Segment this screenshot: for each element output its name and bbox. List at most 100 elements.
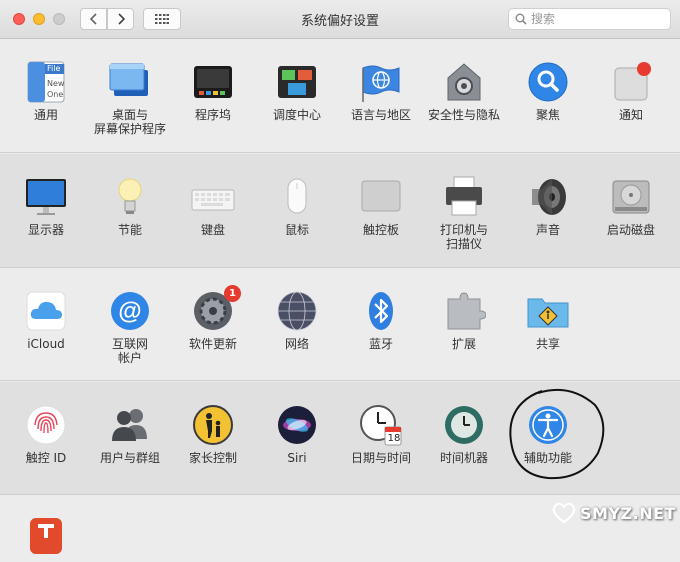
- pane-mission-control[interactable]: 调度中心: [255, 60, 339, 122]
- pane-label: 扩展: [451, 337, 476, 351]
- pane-label: 家长控制: [188, 451, 237, 465]
- pane-label: 网络: [284, 337, 309, 351]
- title-bar: 系统偏好设置 搜索: [0, 0, 680, 39]
- pane-spotlight[interactable]: 聚焦: [506, 60, 590, 122]
- desktop-screensaver-icon: [108, 60, 152, 104]
- pane-startup-disk[interactable]: 启动磁盘: [589, 175, 673, 237]
- pane-software-update[interactable]: 1 软件更新: [171, 285, 255, 351]
- search-icon: [515, 13, 527, 25]
- pane-mouse[interactable]: 鼠标: [255, 175, 339, 237]
- pane-label: 语言与地区: [350, 108, 411, 122]
- network-icon: [275, 289, 319, 333]
- pane-label: 日期与时间: [350, 451, 411, 465]
- internet-accounts-icon: @: [108, 289, 152, 333]
- dock-icon: [191, 60, 235, 104]
- touch-id-icon: [24, 403, 68, 447]
- watermark-logo: [552, 502, 576, 528]
- general-icon: File New One: [24, 60, 68, 104]
- pane-parental-controls[interactable]: 家长控制: [171, 403, 255, 465]
- pane-label: iCloud: [27, 337, 65, 351]
- time-machine-icon: [442, 403, 486, 447]
- pane-label: 用户与群组: [99, 451, 160, 465]
- pane-label: 声音: [535, 223, 560, 237]
- pane-siri[interactable]: Siri: [255, 403, 339, 465]
- pane-label: 节能: [117, 223, 142, 237]
- pane-printers-scanners[interactable]: 打印机与 扫描仪: [422, 175, 506, 251]
- calendar-day: 18: [387, 433, 401, 444]
- pane-notifications[interactable]: 通知: [589, 60, 673, 122]
- pane-label: 调度中心: [272, 108, 321, 122]
- pane-icloud[interactable]: iCloud: [4, 289, 88, 351]
- pane-third-party[interactable]: [4, 514, 88, 562]
- pane-users-groups[interactable]: 用户与群组: [88, 403, 172, 465]
- language-region-icon: [359, 60, 403, 104]
- energy-saver-icon: [108, 175, 152, 219]
- pane-date-time[interactable]: 18 日期与时间: [339, 403, 423, 465]
- pane-desktop-screensaver[interactable]: 桌面与 屏幕保护程序: [88, 60, 172, 136]
- trackpad-icon: [359, 175, 403, 219]
- general-doc-new: New: [47, 79, 65, 88]
- pane-sharing[interactable]: 共享: [506, 289, 590, 351]
- spotlight-icon: [526, 60, 570, 104]
- notifications-icon: [609, 60, 653, 104]
- pane-label: 桌面与 屏幕保护程序: [93, 108, 166, 136]
- pane-label: 键盘: [200, 223, 225, 237]
- pane-label: 共享: [535, 337, 560, 351]
- pane-internet-accounts[interactable]: @ 互联网 帐户: [88, 289, 172, 365]
- pane-keyboard[interactable]: 键盘: [171, 175, 255, 237]
- pane-energy-saver[interactable]: 节能: [88, 175, 172, 237]
- pane-label: 时间机器: [439, 451, 488, 465]
- pane-sound[interactable]: 声音: [506, 175, 590, 237]
- pane-label: Siri: [287, 451, 307, 465]
- pane-trackpad[interactable]: 触控板: [339, 175, 423, 237]
- siri-icon: [275, 403, 319, 447]
- keyboard-icon: [191, 175, 235, 219]
- pane-label: 通用: [33, 108, 58, 122]
- pane-label: 聚焦: [535, 108, 560, 122]
- mouse-icon: [275, 175, 319, 219]
- general-doc-file: File: [47, 64, 61, 73]
- software-update-icon: 1: [191, 285, 241, 333]
- date-time-icon: 18: [359, 403, 403, 447]
- printers-scanners-icon: [442, 175, 486, 219]
- extensions-icon: [442, 289, 487, 333]
- pane-network[interactable]: 网络: [255, 289, 339, 351]
- search-placeholder: 搜索: [531, 12, 556, 26]
- security-privacy-icon: [442, 60, 486, 104]
- mission-control-icon: [275, 60, 319, 104]
- pane-label: 程序坞: [194, 108, 231, 122]
- svg-text:@: @: [118, 298, 141, 325]
- startup-disk-icon: [609, 175, 653, 219]
- pane-general[interactable]: File New One 通用: [4, 60, 88, 122]
- third-party-pane-icon: [24, 514, 68, 558]
- pane-time-machine[interactable]: 时间机器: [422, 403, 506, 465]
- parental-controls-icon: [191, 403, 235, 447]
- pane-language-region[interactable]: 语言与地区: [339, 60, 423, 122]
- pane-bluetooth[interactable]: 蓝牙: [339, 289, 423, 351]
- pane-security-privacy[interactable]: 安全性与隐私: [422, 60, 506, 122]
- pane-extensions[interactable]: 扩展: [422, 289, 506, 351]
- section-other: [0, 496, 680, 535]
- sharing-icon: [526, 289, 570, 333]
- sound-icon: [526, 175, 570, 219]
- users-groups-icon: [108, 403, 152, 447]
- displays-icon: [24, 175, 68, 219]
- watermark-heart-icon: [552, 502, 576, 524]
- pane-label: 触控板: [362, 223, 399, 237]
- pane-label: 通知: [618, 108, 643, 122]
- pane-label: 触控 ID: [25, 451, 67, 465]
- pane-touch-id[interactable]: 触控 ID: [4, 403, 88, 465]
- annotation-circle: [509, 389, 605, 480]
- update-count-badge: 1: [224, 285, 241, 302]
- pane-label: 软件更新: [188, 337, 237, 351]
- pane-label: 打印机与 扫描仪: [439, 223, 488, 251]
- pane-displays[interactable]: 显示器: [4, 175, 88, 237]
- icloud-icon: [24, 289, 68, 333]
- search-input[interactable]: 搜索: [508, 8, 671, 30]
- pane-label: 互联网 帐户: [111, 337, 148, 365]
- pane-label: 显示器: [27, 223, 64, 237]
- pane-dock[interactable]: 程序坞: [171, 60, 255, 122]
- bluetooth-icon: [359, 289, 403, 333]
- pane-label: 蓝牙: [368, 337, 393, 351]
- pane-label: 安全性与隐私: [427, 108, 500, 122]
